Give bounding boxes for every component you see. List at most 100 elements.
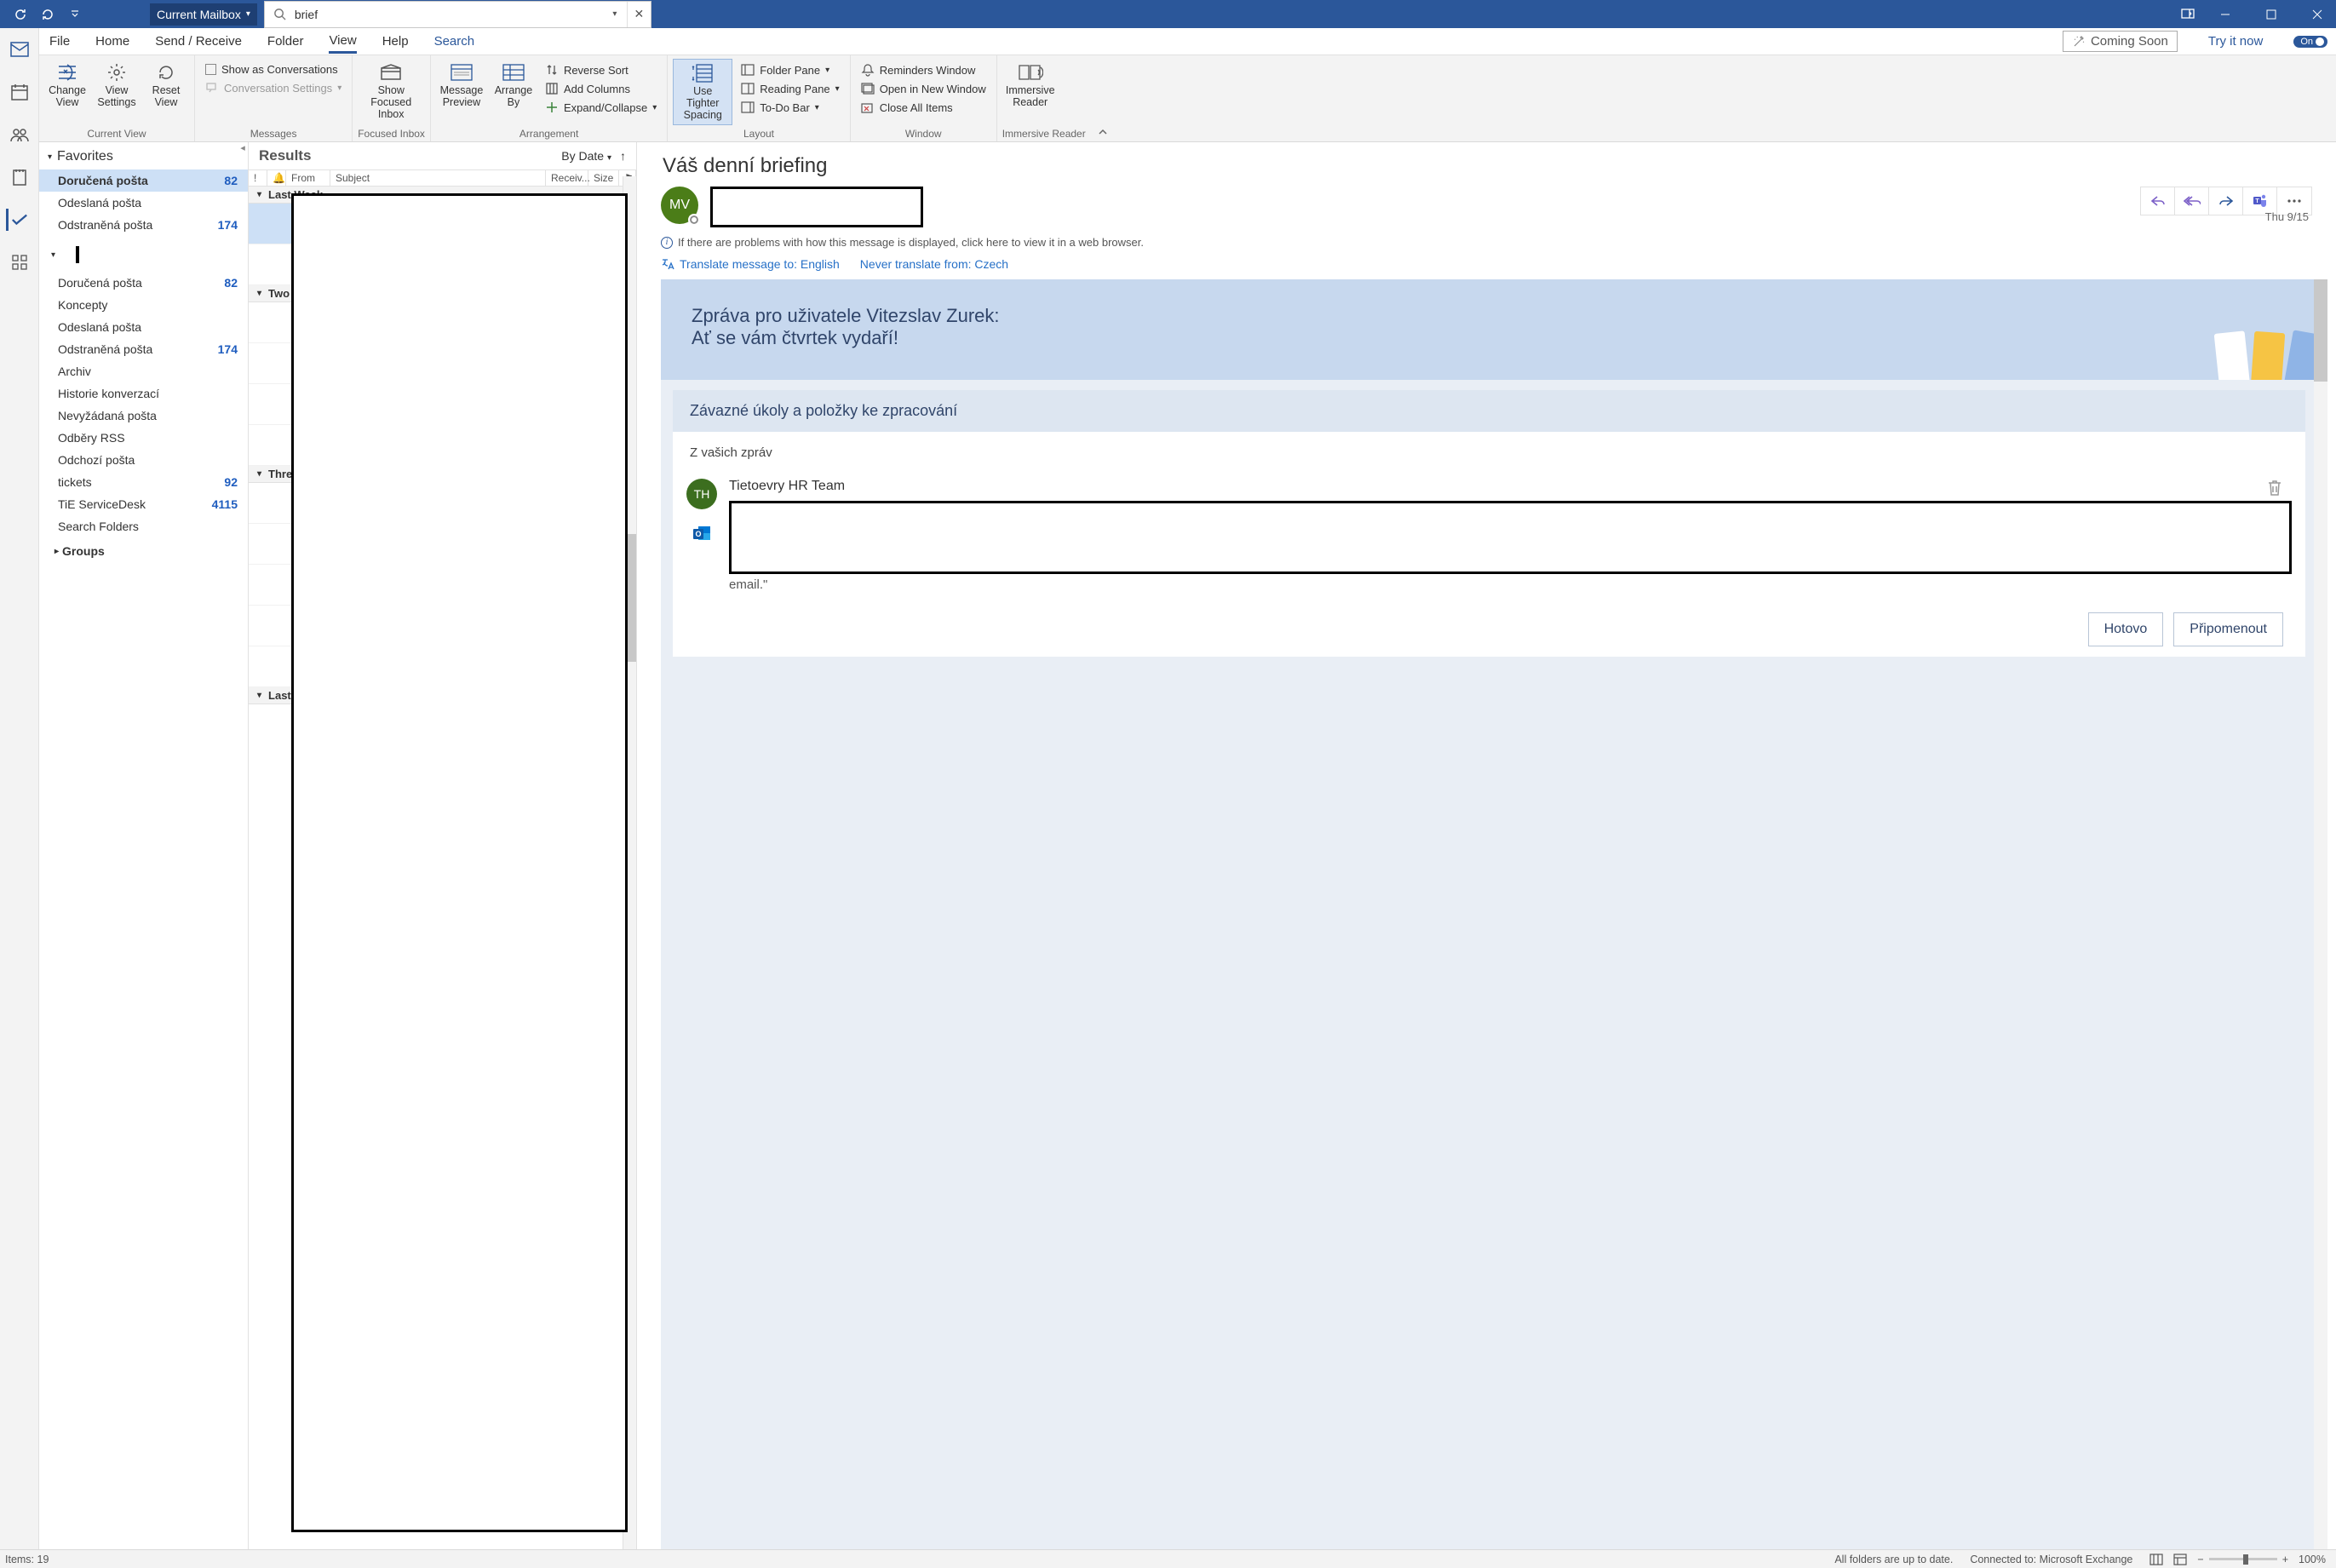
show-as-conversations-checkbox[interactable]: Show as Conversations: [200, 62, 347, 77]
col-received[interactable]: Receiv...: [546, 170, 588, 186]
tab-send-receive[interactable]: Send / Receive: [155, 31, 242, 52]
search-clear-button[interactable]: ✕: [627, 2, 651, 27]
immersive-reader-label: Immersive Reader: [1006, 84, 1055, 108]
collapse-ribbon-button[interactable]: [1091, 55, 1115, 141]
reply-all-button[interactable]: [2175, 187, 2209, 215]
folder-item[interactable]: Odběry RSS: [39, 427, 248, 449]
people-rail-icon[interactable]: [9, 123, 31, 146]
reading-pane-label: Reading Pane: [760, 83, 829, 95]
tab-view[interactable]: View: [329, 30, 356, 54]
open-new-window-button[interactable]: Open in New Window: [856, 81, 991, 96]
view-normal-button[interactable]: [2144, 1554, 2168, 1565]
view-settings-button[interactable]: View Settings: [94, 59, 140, 112]
folder-item[interactable]: Historie konverzací: [39, 382, 248, 405]
status-bar: Items: 19 All folders are up to date. Co…: [0, 1549, 2336, 1568]
undo-icon[interactable]: [37, 4, 58, 25]
col-from[interactable]: From: [286, 170, 330, 186]
apps-rail-icon[interactable]: [9, 251, 31, 273]
message-preview-button[interactable]: Message Preview: [436, 59, 487, 112]
col-subject[interactable]: Subject: [330, 170, 546, 186]
folder-item[interactable]: TiE ServiceDesk4115: [39, 493, 248, 515]
change-view-button[interactable]: Change View: [44, 59, 90, 112]
col-size[interactable]: Size: [588, 170, 619, 186]
reading-pane-button[interactable]: Reading Pane ▾: [736, 81, 844, 96]
show-focused-inbox-button[interactable]: Show Focused Inbox: [358, 59, 424, 123]
use-tighter-spacing-button[interactable]: Use Tighter Spacing: [673, 59, 732, 125]
conversation-settings-button[interactable]: Conversation Settings ▾: [200, 80, 347, 95]
refresh-icon[interactable]: [10, 4, 31, 25]
coming-soon-button[interactable]: Coming Soon: [2063, 31, 2178, 52]
groups-header[interactable]: ▸ Groups: [39, 537, 248, 565]
tab-file[interactable]: File: [49, 31, 70, 52]
mailbox-selector[interactable]: Current Mailbox ▾: [150, 3, 257, 26]
search-input[interactable]: [295, 8, 603, 21]
maximize-button[interactable]: [2253, 0, 2290, 28]
sender-avatar[interactable]: MV: [661, 187, 698, 224]
info-bar[interactable]: i If there are problems with how this me…: [661, 236, 2312, 249]
folder-item[interactable]: tickets92: [39, 471, 248, 493]
folder-item[interactable]: Nevyžádaná pošta: [39, 405, 248, 427]
col-reminder[interactable]: 🔔: [267, 170, 286, 186]
tasks-rail-icon[interactable]: [6, 209, 28, 231]
calendar-rail-icon[interactable]: [9, 81, 31, 103]
tab-folder[interactable]: Folder: [267, 31, 304, 52]
zoom-in-button[interactable]: +: [2277, 1554, 2293, 1565]
arrange-by-button[interactable]: Arrange By: [491, 59, 537, 112]
tab-search[interactable]: Search: [434, 31, 475, 52]
expand-collapse-icon: [545, 101, 559, 114]
minimize-button[interactable]: [2207, 0, 2244, 28]
folder-item[interactable]: Odeslaná pošta: [39, 316, 248, 338]
folder-item[interactable]: Doručená pošta82: [39, 169, 248, 192]
forward-button[interactable]: [2209, 187, 2243, 215]
mail-rail-icon[interactable]: [9, 38, 31, 60]
ribbon: Change View View Settings Reset View Cur…: [0, 55, 2336, 142]
zoom-slider[interactable]: [2209, 1558, 2277, 1560]
search-scope-dropdown[interactable]: ▾: [603, 2, 627, 27]
folder-item[interactable]: Odchozí pošta: [39, 449, 248, 471]
folder-collapse-handle[interactable]: ◂: [237, 142, 249, 154]
remind-button[interactable]: Připomenout: [2173, 612, 2283, 646]
favorites-header[interactable]: ▾ Favorites: [39, 142, 248, 169]
col-importance[interactable]: !: [249, 170, 267, 186]
bell-icon: [861, 63, 875, 77]
folder-item[interactable]: Odeslaná pošta: [39, 192, 248, 214]
folder-item[interactable]: Doručená pošta82: [39, 272, 248, 294]
todo-bar-button[interactable]: To-Do Bar ▾: [736, 100, 844, 115]
notes-rail-icon[interactable]: [9, 166, 31, 188]
translate-link[interactable]: Translate message to: English: [661, 257, 840, 271]
sort-direction-button[interactable]: ↑: [620, 149, 626, 163]
qat-customize-icon[interactable]: [65, 4, 85, 25]
delete-task-button[interactable]: [2266, 479, 2283, 497]
zoom-out-button[interactable]: −: [2192, 1554, 2208, 1565]
reset-view-button[interactable]: Reset View: [143, 59, 189, 112]
sort-by-label[interactable]: By Date ▾: [561, 149, 611, 163]
chevron-down-icon: ▾: [51, 250, 55, 260]
folder-item[interactable]: Odstraněná pošta174: [39, 214, 248, 236]
folder-pane-button[interactable]: Folder Pane ▾: [736, 62, 844, 78]
folder-item[interactable]: Archiv: [39, 360, 248, 382]
close-all-button[interactable]: Close All Items: [856, 100, 991, 115]
reverse-sort-button[interactable]: Reverse Sort: [540, 62, 662, 78]
tab-home[interactable]: Home: [95, 31, 129, 52]
folder-item[interactable]: Koncepty: [39, 294, 248, 316]
view-reading-button[interactable]: [2168, 1554, 2192, 1565]
account-header[interactable]: ▾: [39, 236, 248, 272]
folder-item[interactable]: Odstraněná pošta174: [39, 338, 248, 360]
reading-scrollbar[interactable]: [2314, 279, 2327, 1549]
never-translate-link[interactable]: Never translate from: Czech: [860, 257, 1008, 271]
display-options-icon[interactable]: [2178, 4, 2198, 25]
close-button[interactable]: [2299, 0, 2336, 28]
group-label-layout: Layout: [673, 128, 844, 141]
try-it-now-link[interactable]: Try it now: [2208, 34, 2263, 49]
expand-collapse-button[interactable]: Expand/Collapse ▾: [540, 100, 662, 115]
reminders-window-button[interactable]: Reminders Window: [856, 62, 991, 78]
folder-item[interactable]: Search Folders: [39, 515, 248, 537]
immersive-reader-button[interactable]: Immersive Reader: [1002, 59, 1059, 112]
reverse-sort-label: Reverse Sort: [564, 64, 628, 77]
reply-button[interactable]: [2141, 187, 2175, 215]
done-button[interactable]: Hotovo: [2088, 612, 2164, 646]
coming-soon-toggle[interactable]: On: [2293, 36, 2327, 48]
tab-help[interactable]: Help: [382, 31, 409, 52]
open-new-window-label: Open in New Window: [880, 83, 986, 95]
add-columns-button[interactable]: Add Columns: [540, 81, 662, 96]
